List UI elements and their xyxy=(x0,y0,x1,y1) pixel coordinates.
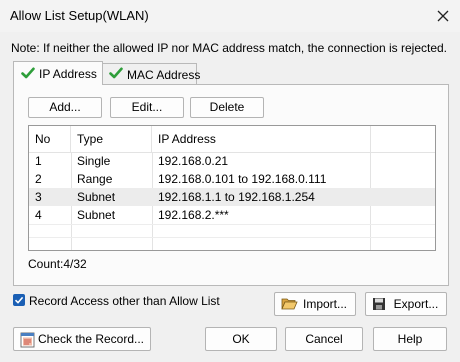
table-row[interactable]: 4 Subnet 192.168.2.*** xyxy=(29,206,435,224)
help-button[interactable]: Help xyxy=(373,327,447,351)
check-record-button[interactable]: Check the Record... xyxy=(13,327,151,351)
folder-open-icon xyxy=(281,298,298,310)
edit-button[interactable]: Edit... xyxy=(110,97,184,118)
cell-ip: 192.168.0.21 xyxy=(158,154,229,168)
cell-no: 2 xyxy=(35,172,42,186)
cell-ip: 192.168.0.101 to 192.168.0.111 xyxy=(158,172,327,186)
cell-no: 3 xyxy=(35,190,42,204)
close-icon xyxy=(437,10,449,22)
cell-type: Subnet xyxy=(77,208,116,222)
cell-type: Range xyxy=(77,172,113,186)
entry-count: Count:4/32 xyxy=(28,257,87,271)
tab-mac-address[interactable]: MAC Address xyxy=(101,63,201,84)
save-icon xyxy=(373,298,385,310)
table-row-selected[interactable]: 3 Subnet 192.168.1.1 to 192.168.1.254 xyxy=(29,188,435,206)
cell-ip: 192.168.1.1 to 192.168.1.254 xyxy=(158,190,315,204)
ip-address-list[interactable]: No Type IP Address 1 Single 192.168.0.21… xyxy=(28,125,436,251)
check-icon xyxy=(21,67,35,79)
row-divider xyxy=(29,224,435,225)
check-icon xyxy=(109,67,123,79)
cancel-button[interactable]: Cancel xyxy=(285,327,363,351)
table-row[interactable]: 1 Single 192.168.0.21 xyxy=(29,152,435,170)
list-header: No Type IP Address xyxy=(29,126,435,153)
tab-label: IP Address xyxy=(39,67,97,81)
note-text: Note: If neither the allowed IP nor MAC … xyxy=(11,41,448,55)
title-bar: Allow List Setup(WLAN) xyxy=(0,0,460,32)
tab-ip-address[interactable]: IP Address xyxy=(13,61,103,85)
cell-no: 1 xyxy=(35,154,42,168)
cell-no: 4 xyxy=(35,208,42,222)
ip-address-panel: Add... Edit... Delete No Type IP Address… xyxy=(13,84,449,286)
checkbox-checked-icon xyxy=(14,296,24,304)
close-button[interactable] xyxy=(428,2,458,30)
import-button[interactable]: Import... xyxy=(274,292,356,316)
row-divider xyxy=(29,237,435,238)
import-label: Import... xyxy=(302,297,347,311)
delete-button[interactable]: Delete xyxy=(190,97,264,118)
cell-type: Subnet xyxy=(77,190,116,204)
export-button[interactable]: Export... xyxy=(365,292,447,316)
record-access-checkbox[interactable] xyxy=(13,294,25,306)
record-access-label[interactable]: Record Access other than Allow List xyxy=(29,294,220,308)
check-record-label: Check the Record... xyxy=(37,332,145,346)
cell-type: Single xyxy=(77,154,111,168)
table-row[interactable]: 2 Range 192.168.0.101 to 192.168.0.111 xyxy=(29,170,435,188)
column-header-type[interactable]: Type xyxy=(71,126,152,152)
record-log-icon xyxy=(20,332,35,348)
window-title: Allow List Setup(WLAN) xyxy=(10,8,149,23)
column-header-ip-address[interactable]: IP Address xyxy=(152,126,371,152)
export-label: Export... xyxy=(393,297,439,311)
cell-ip: 192.168.2.*** xyxy=(158,208,229,222)
column-header-no[interactable]: No xyxy=(29,126,71,152)
add-button[interactable]: Add... xyxy=(28,97,102,118)
tab-label: MAC Address xyxy=(127,68,201,82)
ok-button[interactable]: OK xyxy=(205,327,277,351)
